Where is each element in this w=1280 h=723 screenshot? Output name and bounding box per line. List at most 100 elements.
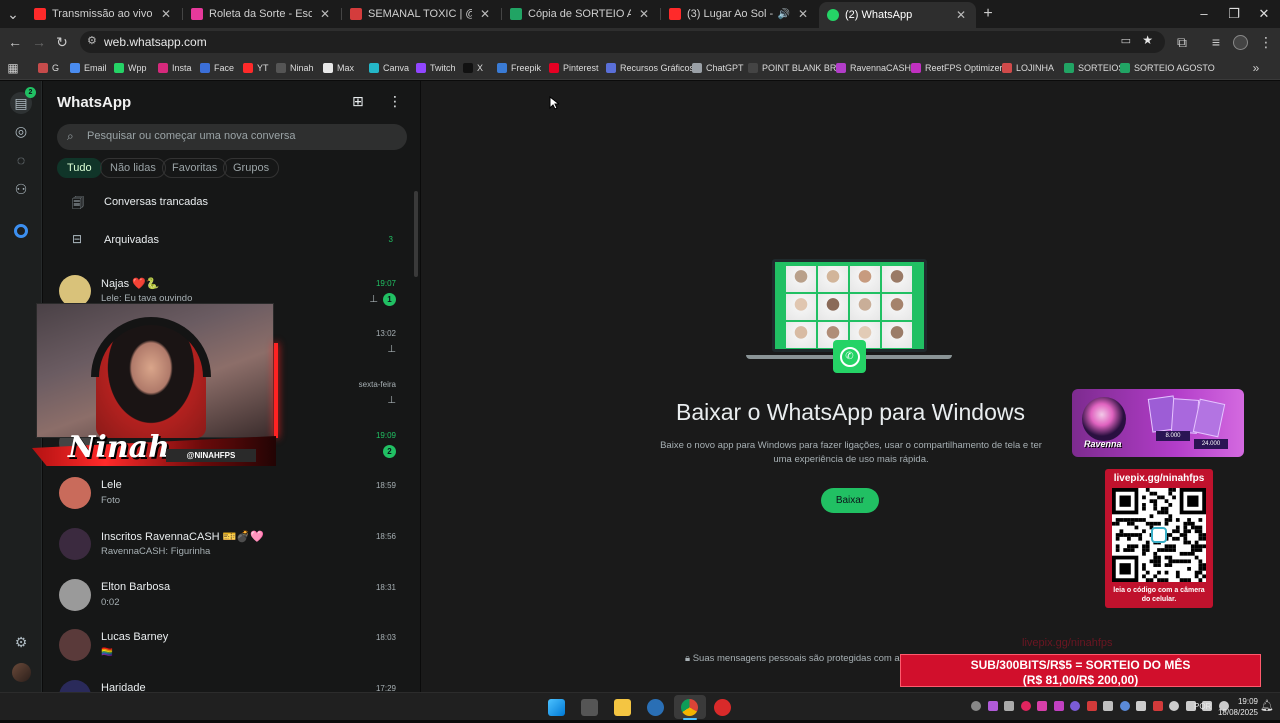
bookmark-sorteio-agosto[interactable]: SORTEIO AGOSTO (1120, 61, 1215, 75)
close-icon[interactable]: ✕ (637, 7, 651, 21)
site-info-icon[interactable]: ⚙ (87, 34, 97, 47)
bookmark-ninah[interactable]: Ninah (276, 61, 314, 75)
forward-icon[interactable]: → (30, 33, 48, 51)
tab-semanal-toxic[interactable]: SEMANAL TOXIC | @CAMP - 1ª ✕ (342, 3, 500, 25)
bookmark-twitch[interactable]: Twitch (416, 61, 456, 75)
filter-nao-lidas[interactable]: Não lidas (100, 158, 166, 178)
apps-grid-icon[interactable]: ▦ (4, 59, 22, 77)
bookmark-wpp[interactable]: Wpp (114, 61, 147, 75)
archived-label: Arquivadas (104, 234, 160, 246)
bookmark-ravennacash[interactable]: RavennaCASH (836, 61, 911, 75)
app-icon[interactable] (647, 699, 664, 716)
tray-icon[interactable] (1070, 701, 1080, 711)
chat-item[interactable]: Lucas Barney 🏳️‍🌈 18:03 (43, 622, 408, 672)
meta-ai-icon[interactable] (14, 224, 28, 238)
tab-lugar-ao-sol[interactable]: (3) Lugar Ao Sol - YouTube 🔊 ✕ (661, 3, 818, 25)
bookmark-star-icon[interactable]: ★ (1142, 33, 1153, 47)
cast-icon[interactable]: ▭ (1121, 34, 1131, 47)
bookmark-pinterest[interactable]: Pinterest (549, 61, 599, 75)
tab-search-icon[interactable]: ⌄ (4, 5, 22, 23)
search-input[interactable]: ⌕ Pesquisar ou começar uma nova conversa (57, 124, 407, 150)
status-icon[interactable]: ◎ (11, 121, 31, 141)
avatar (59, 477, 91, 509)
locked-chats-row[interactable]: 🗐 Conversas trancadas (43, 189, 408, 215)
scrollbar[interactable] (414, 191, 418, 277)
tray-icon[interactable] (1086, 701, 1097, 711)
close-icon[interactable]: ✕ (478, 7, 492, 21)
bookmark-lojinha[interactable]: LOJINHA (1002, 61, 1054, 75)
chat-preview: Foto (101, 495, 121, 506)
tray-icon[interactable] (1152, 701, 1163, 711)
bookmark-x[interactable]: X (463, 61, 483, 75)
youtube-icon (34, 8, 46, 20)
bookmark-favicon-icon (323, 63, 333, 73)
new-chat-icon[interactable]: ⊞ (352, 93, 364, 110)
bookmark-insta[interactable]: Insta (158, 61, 192, 75)
close-icon[interactable]: ✕ (318, 7, 332, 21)
bookmark-chatgpt[interactable]: ChatGPT (692, 61, 744, 75)
tray-icon[interactable] (1053, 701, 1064, 711)
profile-photo[interactable] (12, 663, 31, 682)
close-icon[interactable]: ✕ (796, 7, 810, 21)
reload-icon[interactable]: ↻ (53, 33, 71, 51)
tray-icon[interactable] (1020, 701, 1031, 711)
bookmark-g[interactable]: G (38, 61, 59, 75)
settings-icon[interactable]: ⚙ (11, 632, 31, 652)
address-bar[interactable]: ⚙ web.whatsapp.com ▭ ★ (80, 31, 1165, 53)
tray-icon[interactable] (1004, 701, 1014, 711)
bookmark-point-blank-br[interactable]: POINT BLANK BR (748, 61, 836, 75)
menu-icon[interactable]: ⋮ (388, 93, 402, 110)
bookmark-email[interactable]: Email (70, 61, 107, 75)
bookmark-yt[interactable]: YT (243, 61, 269, 75)
notification-bell-icon[interactable]: 🔔︎ (1260, 699, 1274, 712)
bookmark-reetfps-optimizer[interactable]: ReetFPS Optimizer (911, 61, 1003, 75)
download-button[interactable]: Baixar (821, 488, 879, 513)
back-icon[interactable]: ← (6, 33, 24, 51)
media-icon[interactable]: ≡ (1207, 33, 1225, 51)
bookmark-canva[interactable]: Canva (369, 61, 409, 75)
obs-icon[interactable] (714, 699, 731, 716)
profile-avatar[interactable] (1233, 35, 1248, 50)
bookmark-freepik[interactable]: Freepik (497, 61, 541, 75)
tab-whatsapp[interactable]: (2) WhatsApp ✕ (819, 2, 976, 28)
task-view-icon[interactable] (581, 699, 598, 716)
tray-icon[interactable] (1169, 701, 1179, 711)
chrome-icon[interactable] (681, 699, 698, 716)
new-tab-button[interactable]: + (979, 5, 997, 23)
chat-item[interactable]: Lele Foto 18:59 (43, 470, 408, 520)
tray-icon[interactable] (1119, 701, 1130, 711)
bookmark-face[interactable]: Face (200, 61, 234, 75)
bookmark-sorteios[interactable]: SORTEIOS (1064, 61, 1124, 75)
extensions-icon[interactable]: ⧉ (1173, 33, 1191, 51)
tab-sorteio-sheet[interactable]: Cópia de SORTEIO AGOSTO - P ✕ (502, 3, 659, 25)
archived-row[interactable]: ⊟ Arquivadas 3 (43, 227, 408, 253)
close-icon[interactable]: ✕ (159, 7, 173, 21)
close-icon[interactable]: ✕ (954, 8, 968, 22)
filter-tudo[interactable]: Tudo (57, 158, 102, 178)
tray-icon[interactable] (1136, 701, 1146, 711)
windows-start-icon[interactable] (548, 699, 565, 716)
tray-icon[interactable] (971, 701, 981, 711)
tab-roleta[interactable]: Roleta da Sorte - Escolha Pessoa ✕ (183, 3, 340, 25)
tray-icon[interactable] (987, 701, 998, 711)
speaker-icon[interactable]: 🔊 (778, 9, 790, 20)
file-explorer-icon[interactable] (614, 699, 631, 716)
minimize-icon[interactable]: – (1189, 4, 1219, 24)
bookmarks-overflow-icon[interactable]: » (1247, 59, 1265, 77)
more-menu-icon[interactable]: ⋮ (1257, 33, 1275, 51)
chat-item[interactable]: Elton Barbosa 0:02 18:31 (43, 572, 408, 622)
chat-item[interactable]: Inscritos RavennaCASH 🎫💣🩷 RavennaCASH: Fi… (43, 521, 408, 571)
clock[interactable]: 19:09 18/08/2025 (1218, 696, 1258, 718)
tray-icon[interactable] (1103, 701, 1113, 711)
restore-icon[interactable]: ❐ (1219, 4, 1249, 24)
tab-youtube-live[interactable]: Transmissão ao vivo - YouTube ✕ (26, 3, 181, 25)
communities-icon[interactable]: ⚇ (11, 179, 31, 199)
channels-icon[interactable]: ◌ (11, 150, 31, 170)
language-indicator[interactable]: POR (1194, 702, 1211, 711)
bookmark-max[interactable]: Max (323, 61, 354, 75)
filter-grupos[interactable]: Grupos (223, 158, 280, 178)
tray-icon[interactable] (1037, 701, 1047, 711)
window-close-icon[interactable]: ✕ (1249, 4, 1279, 24)
bookmark-recursos-gr-ficos[interactable]: Recursos Gráficos (606, 61, 694, 75)
filter-favoritas[interactable]: Favoritas (162, 158, 228, 178)
